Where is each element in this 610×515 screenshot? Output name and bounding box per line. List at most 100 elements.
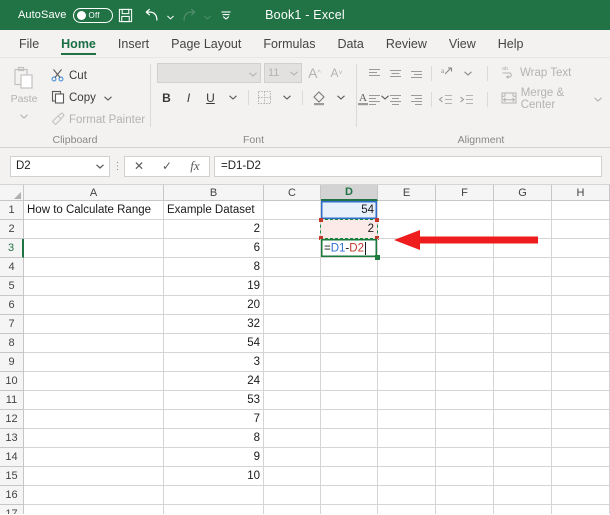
font-name-input[interactable] [157,63,261,83]
cell-f11[interactable] [436,391,494,410]
cell-g10[interactable] [494,372,552,391]
cell-g9[interactable] [494,353,552,372]
cell-b7[interactable]: 32 [164,315,264,334]
cell-c11[interactable] [264,391,321,410]
cell-h13[interactable] [552,429,610,448]
name-box[interactable]: D2 [10,156,110,177]
name-box-chevron-down-icon[interactable] [96,160,104,172]
cell-h7[interactable] [552,315,610,334]
cell-f5[interactable] [436,277,494,296]
cell-f15[interactable] [436,467,494,486]
cell-f12[interactable] [436,410,494,429]
underline-chevron-down-icon[interactable] [223,88,242,107]
cut-button[interactable]: Cut [48,66,148,86]
cell-e4[interactable] [378,258,436,277]
cell-h9[interactable] [552,353,610,372]
row-header-11[interactable]: 11 [0,391,24,410]
row-header-10[interactable]: 10 [0,372,24,391]
cell-d9[interactable] [321,353,378,372]
cell-h1[interactable] [552,201,610,220]
cell-b11[interactable]: 53 [164,391,264,410]
cell-g7[interactable] [494,315,552,334]
column-header-c[interactable]: C [264,185,321,201]
cell-e17[interactable] [378,505,436,514]
cell-c1[interactable] [264,201,321,220]
row-header-15[interactable]: 15 [0,467,24,486]
cell-d7[interactable] [321,315,378,334]
font-size-input[interactable]: 11 [264,63,302,83]
cell-d17[interactable] [321,505,378,514]
cell-f2[interactable] [436,220,494,239]
cell-d1[interactable]: 54 [321,201,378,220]
cell-b5[interactable]: 19 [164,277,264,296]
cell-d5[interactable] [321,277,378,296]
cell-e15[interactable] [378,467,436,486]
cell-e10[interactable] [378,372,436,391]
tab-file[interactable]: File [8,30,50,57]
row-header-1[interactable]: 1 [0,201,24,220]
cell-h11[interactable] [552,391,610,410]
cell-h10[interactable] [552,372,610,391]
row-header-7[interactable]: 7 [0,315,24,334]
fill-handle[interactable] [375,255,380,260]
column-header-a[interactable]: A [24,185,164,201]
cell-h8[interactable] [552,334,610,353]
cell-g4[interactable] [494,258,552,277]
cell-c2[interactable] [264,220,321,239]
formula-input[interactable]: =D1-D2 [214,156,602,177]
undo-dropdown-chevron-down-icon[interactable] [165,2,176,28]
tab-help[interactable]: Help [487,30,535,57]
cell-a9[interactable] [24,353,164,372]
cell-f7[interactable] [436,315,494,334]
align-bottom-icon[interactable] [407,64,426,83]
column-header-d[interactable]: D [321,185,378,201]
align-right-icon[interactable] [407,90,426,109]
cell-a14[interactable] [24,448,164,467]
enter-formula-button[interactable]: ✓ [153,157,181,176]
align-middle-icon[interactable] [386,64,405,83]
cell-d11[interactable] [321,391,378,410]
cell-g2[interactable] [494,220,552,239]
cell-b8[interactable]: 54 [164,334,264,353]
cell-a15[interactable] [24,467,164,486]
cell-h15[interactable] [552,467,610,486]
font-size-chevron-down-icon[interactable] [290,67,298,79]
cell-b10[interactable]: 24 [164,372,264,391]
row-header-9[interactable]: 9 [0,353,24,372]
cell-h14[interactable] [552,448,610,467]
cell-b14[interactable]: 9 [164,448,264,467]
cell-e14[interactable] [378,448,436,467]
cell-d8[interactable] [321,334,378,353]
cell-d6[interactable] [321,296,378,315]
align-top-icon[interactable] [365,64,384,83]
cell-h17[interactable] [552,505,610,514]
cell-h16[interactable] [552,486,610,505]
tab-formulas[interactable]: Formulas [252,30,326,57]
undo-icon[interactable] [139,2,165,28]
cell-a7[interactable] [24,315,164,334]
cell-b1[interactable]: Example Dataset [164,201,264,220]
cell-f13[interactable] [436,429,494,448]
cell-e7[interactable] [378,315,436,334]
cell-h3[interactable] [552,239,610,258]
orientation-icon[interactable]: a [437,64,456,83]
cell-b13[interactable]: 8 [164,429,264,448]
cell-c14[interactable] [264,448,321,467]
cell-g15[interactable] [494,467,552,486]
cell-e2[interactable] [378,220,436,239]
column-header-g[interactable]: G [494,185,552,201]
cell-d3-editing[interactable]: =D1-D2 [321,239,378,258]
column-header-e[interactable]: E [378,185,436,201]
cell-c15[interactable] [264,467,321,486]
cell-b2[interactable]: 2 [164,220,264,239]
cell-e9[interactable] [378,353,436,372]
cell-f16[interactable] [436,486,494,505]
column-header-b[interactable]: B [164,185,264,201]
cell-g17[interactable] [494,505,552,514]
cell-a3[interactable] [24,239,164,258]
cell-h12[interactable] [552,410,610,429]
cell-a11[interactable] [24,391,164,410]
cell-f1[interactable] [436,201,494,220]
cell-a8[interactable] [24,334,164,353]
cell-c9[interactable] [264,353,321,372]
